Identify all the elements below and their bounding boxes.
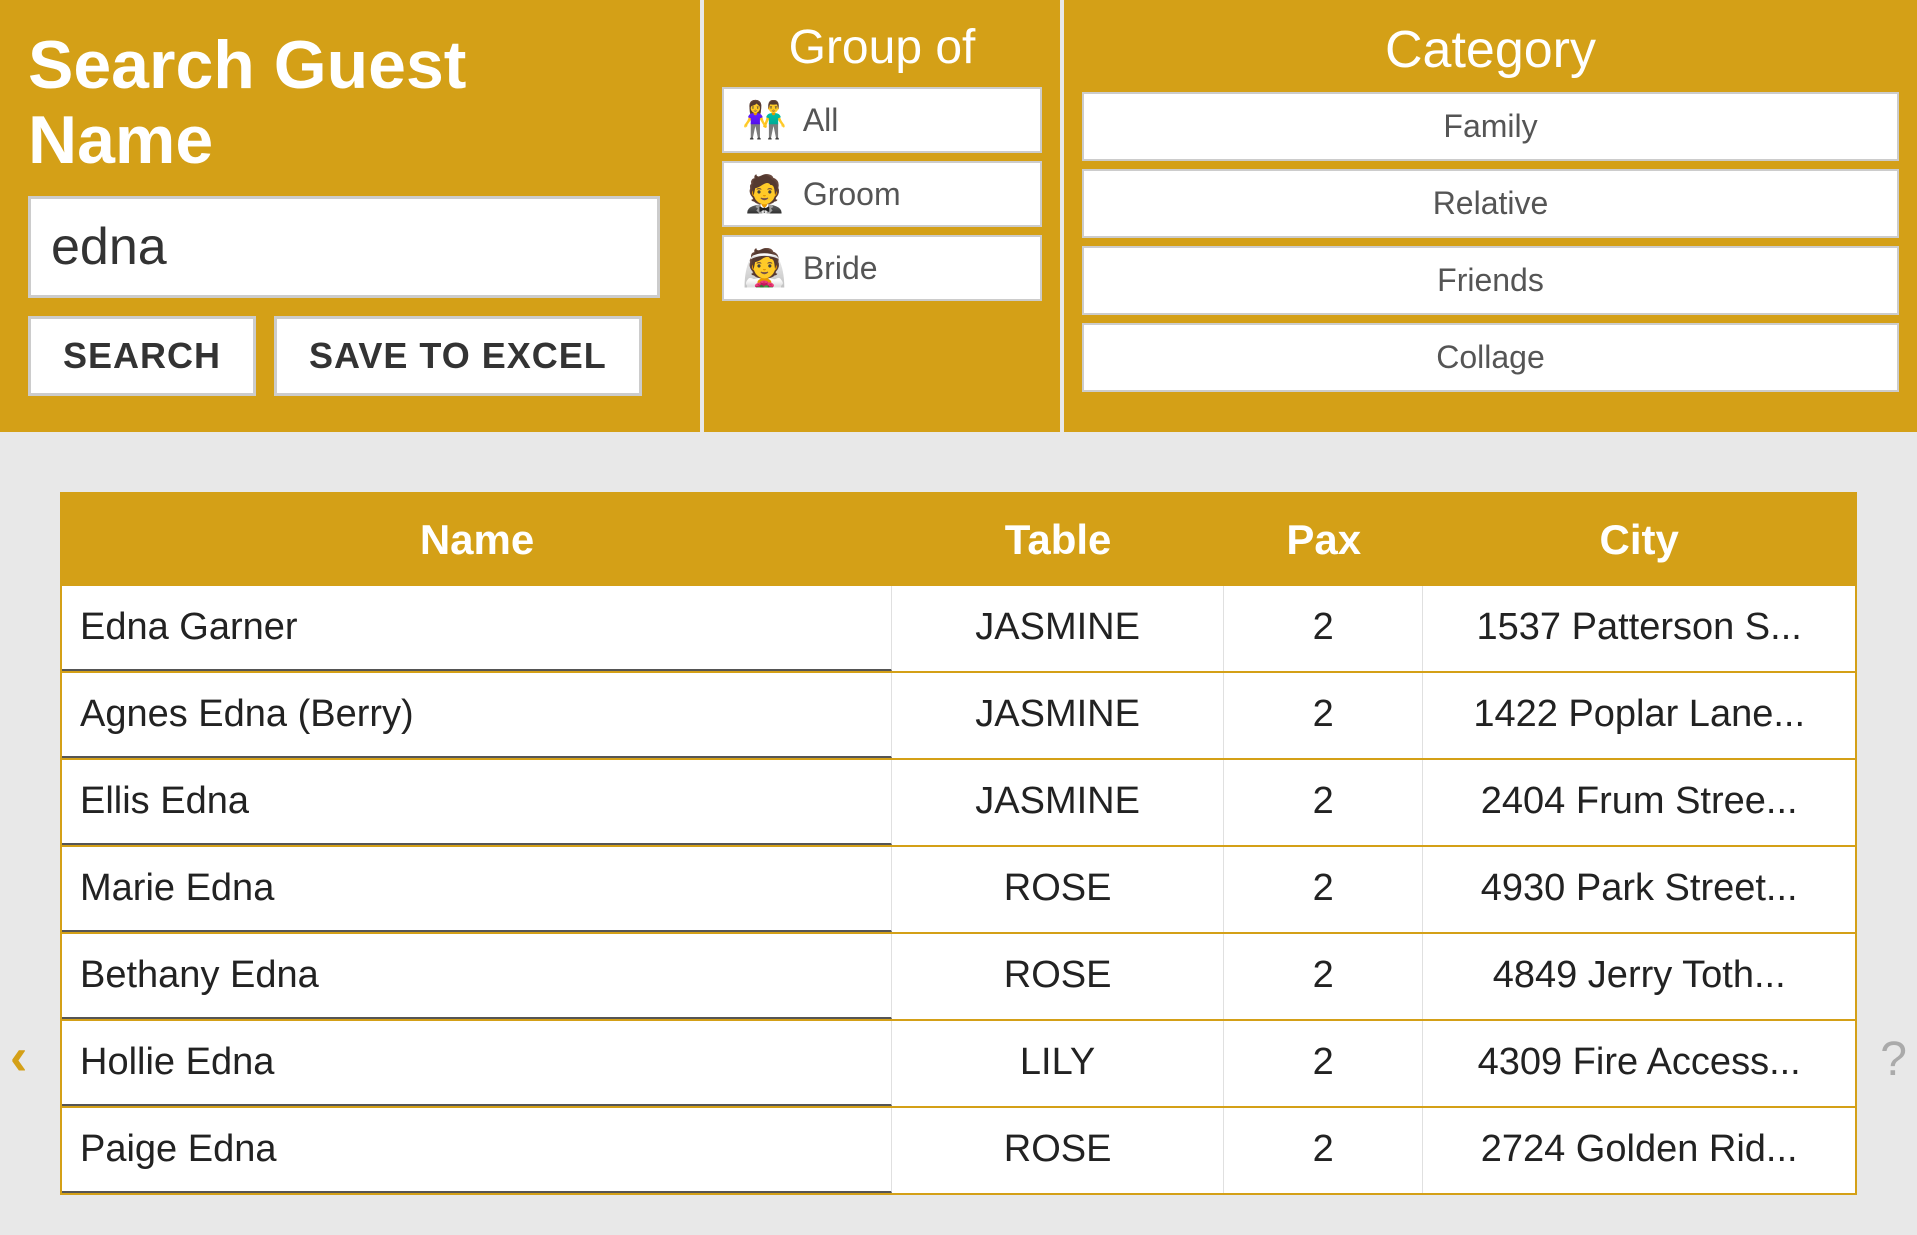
search-button[interactable]: SEARCH [28,316,256,396]
category-relative-button[interactable]: Relative [1082,169,1899,238]
all-icon: 👫 [742,99,787,141]
category-friends-button[interactable]: Friends [1082,246,1899,315]
col-header-city: City [1423,494,1855,586]
cell-city: 1422 Poplar Lane... [1423,673,1855,758]
cell-pax: 2 [1224,1108,1423,1193]
group-groom-label: Groom [803,176,901,213]
category-collage-button[interactable]: Collage [1082,323,1899,392]
results-table: Name Table Pax City Edna Garner JASMINE … [60,492,1857,1195]
spacer [0,432,1917,492]
group-of-panel: Group of 👫 All 🤵 Groom 👰 Bride [700,0,1060,432]
table-row[interactable]: Edna Garner JASMINE 2 1537 Patterson S..… [62,586,1855,673]
cell-pax: 2 [1224,673,1423,758]
cell-table: LILY [892,1021,1224,1106]
cell-city: 1537 Patterson S... [1423,586,1855,671]
category-panel: Category Family Relative Friends Collage [1060,0,1917,432]
cell-name: Ellis Edna [62,760,892,845]
cell-city: 2404 Frum Stree... [1423,760,1855,845]
group-all-button[interactable]: 👫 All [722,87,1042,153]
cell-city: 4309 Fire Access... [1423,1021,1855,1106]
cell-pax: 2 [1224,586,1423,671]
cell-table: ROSE [892,1108,1224,1193]
group-groom-button[interactable]: 🤵 Groom [722,161,1042,227]
search-title: Search Guest Name [28,28,660,178]
cell-city: 2724 Golden Rid... [1423,1108,1855,1193]
bride-icon: 👰 [742,247,787,289]
cell-name: Agnes Edna (Berry) [62,673,892,758]
col-header-table: Table [892,494,1224,586]
search-buttons: SEARCH SAVE TO EXCEL [28,316,660,396]
group-bride-label: Bride [803,250,878,287]
group-all-label: All [803,102,839,139]
cell-city: 4849 Jerry Toth... [1423,934,1855,1019]
cell-pax: 2 [1224,847,1423,932]
cell-name: Marie Edna [62,847,892,932]
cell-name: Bethany Edna [62,934,892,1019]
table-row[interactable]: Paige Edna ROSE 2 2724 Golden Rid... [62,1108,1855,1193]
col-header-pax: Pax [1224,494,1423,586]
cell-table: JASMINE [892,760,1224,845]
cell-name: Edna Garner [62,586,892,671]
save-to-excel-button[interactable]: SAVE TO EXCEL [274,316,642,396]
table-row[interactable]: Ellis Edna JASMINE 2 2404 Frum Stree... [62,760,1855,847]
nav-right-button[interactable]: ? [1880,1032,1907,1087]
cell-name: Hollie Edna [62,1021,892,1106]
table-header: Name Table Pax City [62,494,1855,586]
cell-table: JASMINE [892,586,1224,671]
search-panel: Search Guest Name SEARCH SAVE TO EXCEL [0,0,700,432]
cell-city: 4930 Park Street... [1423,847,1855,932]
table-row[interactable]: Hollie Edna LILY 2 4309 Fire Access... [62,1021,1855,1108]
cell-table: ROSE [892,934,1224,1019]
cell-pax: 2 [1224,1021,1423,1106]
category-title: Category [1082,20,1899,80]
cell-table: ROSE [892,847,1224,932]
category-family-button[interactable]: Family [1082,92,1899,161]
top-section: Search Guest Name SEARCH SAVE TO EXCEL G… [0,0,1917,432]
group-bride-button[interactable]: 👰 Bride [722,235,1042,301]
cell-table: JASMINE [892,673,1224,758]
search-input[interactable] [28,196,660,298]
group-of-title: Group of [722,20,1042,75]
groom-icon: 🤵 [742,173,787,215]
cell-name: Paige Edna [62,1108,892,1193]
col-header-name: Name [62,494,892,586]
cell-pax: 2 [1224,934,1423,1019]
cell-pax: 2 [1224,760,1423,845]
table-row[interactable]: Agnes Edna (Berry) JASMINE 2 1422 Poplar… [62,673,1855,760]
table-row[interactable]: Marie Edna ROSE 2 4930 Park Street... [62,847,1855,934]
nav-left-button[interactable]: ‹ [10,1027,27,1087]
table-row[interactable]: Bethany Edna ROSE 2 4849 Jerry Toth... [62,934,1855,1021]
